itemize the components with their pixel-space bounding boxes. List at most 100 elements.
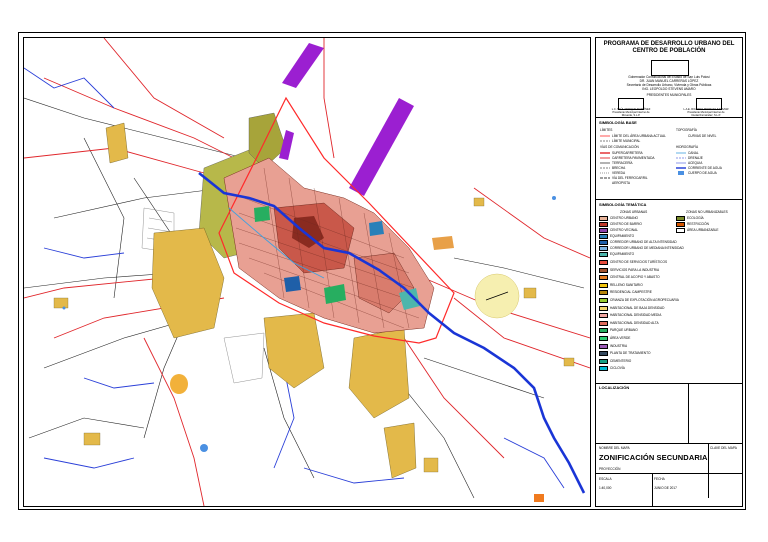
scale-divider <box>652 474 653 506</box>
location-block: LOCALIZACIÓN <box>596 384 742 444</box>
land-use-swatch <box>599 313 608 319</box>
road-railway: VÍA DEL FERROCARRIL <box>612 176 648 180</box>
land-use-label: CENTRAL DE ACOPIO Y ABASTO <box>610 275 660 280</box>
hydro-header: HIDROGRAFÍA <box>676 145 699 149</box>
non-urban-zone-label: RESTRICCIÓN <box>687 222 709 226</box>
program-title: PROGRAMA DE DESARROLLO URBANO DEL CENTRO… <box>603 41 735 54</box>
limit-line-symbols <box>600 135 610 142</box>
base-symbology-title: SIMBOLOGÍA BASE <box>599 120 637 125</box>
map-name-block: NOMBRE DEL MAPA ZONIFICACIÓN SECUNDARIA … <box>596 444 742 498</box>
hydro-drain: DRENAJE <box>688 156 703 160</box>
land-use-label: CEMENTERIO <box>610 358 632 363</box>
map-name-label: NOMBRE DEL MAPA <box>599 446 630 450</box>
road-brecha: BRECHA <box>612 166 626 170</box>
land-use-swatch <box>599 260 608 265</box>
urban-zone-swatch <box>599 240 608 245</box>
land-use-label: CICLOVÍA <box>610 366 625 371</box>
land-use-label: INDUSTRIA <box>610 343 628 348</box>
land-use-label: CRIANZA DE EXPLOTACIÓN AGROPECUARIA <box>610 298 679 302</box>
zone-equipment-1 <box>369 221 384 236</box>
base-symbology: SIMBOLOGÍA BASE LÍMITES TOPOGRAFÍA LÍMIT… <box>596 118 742 200</box>
city-map <box>24 38 590 506</box>
non-urban-zone-label: ÁREA URBANIZABLE <box>687 228 719 232</box>
zone-services-sw <box>170 374 188 394</box>
non-urban-zone-swatch <box>676 216 685 221</box>
scale-value: 1:40,000 <box>599 486 612 490</box>
zone-park-2 <box>254 206 270 222</box>
zone-residential-south <box>263 312 325 389</box>
zone-equipment-2 <box>284 276 301 292</box>
urban-zone-label: EQUIPAMIENTO <box>610 234 635 238</box>
land-use-label: PARQUE URBANO <box>610 328 638 333</box>
location-divider <box>688 384 689 444</box>
hydro-waterbody: CUERPO DE AGUA <box>688 171 717 175</box>
land-use-swatch <box>599 358 608 364</box>
date-label: FECHA <box>654 477 665 481</box>
urban-zone-label: CENTRO URBANO <box>610 216 638 220</box>
sig-left-place: Rioverde, S.L.P. <box>621 113 641 117</box>
hydro-canal: CANAL <box>688 151 699 155</box>
signatory-secretary-name: ING. LEOPOLDO STEVENS AMARO <box>642 87 696 91</box>
signatory-right: L.A.E. RICARDO PEDRAZA SALAZAR President… <box>672 108 740 117</box>
road-dirt: TERRACERÍA <box>612 161 633 165</box>
thematic-symbology: SIMBOLOGÍA TEMÁTICA ZONAS URBANAS ZONAS … <box>596 200 742 384</box>
title-block: PROGRAMA DE DESARROLLO URBANO DEL CENTRO… <box>596 38 742 118</box>
location-label: LOCALIZACIÓN <box>599 385 630 390</box>
limits-header: LÍMITES <box>600 128 613 132</box>
land-use-label: HABITACIONAL DENSIDAD ALTA <box>610 320 659 325</box>
scale-label: ESCALA <box>599 477 612 481</box>
non-urban-zone-swatch <box>676 228 685 233</box>
land-use-label: CENTRO DE SERVICIOS TURÍSTICOS <box>610 260 668 264</box>
zone-industry-ne <box>349 98 414 196</box>
urban-zone-label: CORREDOR URBANO DE ALTA INTENSIDAD <box>610 240 677 244</box>
urban-zone-swatch <box>599 252 608 257</box>
urban-zone-swatch <box>599 246 608 251</box>
land-use-swatch <box>599 275 608 281</box>
urban-zone-swatch <box>599 234 608 239</box>
non-urban-header: ZONAS NO URBANIZABLES <box>686 210 728 214</box>
map-name: ZONIFICACIÓN SECUNDARIA <box>599 453 708 462</box>
land-use-swatch <box>599 343 608 349</box>
urban-zone-label: CORREDOR URBANO DE MEDIANA INTENSIDAD <box>610 246 684 250</box>
land-use-label: PLANTA DE TRATAMIENTO <box>610 351 651 356</box>
urban-zone-swatch <box>599 222 608 227</box>
land-use-swatch <box>599 267 608 273</box>
urban-zone-label: EQUIPAMIENTO <box>610 252 635 256</box>
hydro-symbols <box>676 152 686 175</box>
land-use-label: HABITACIONAL DENSIDAD MEDIA <box>610 313 662 318</box>
land-use-label: RELLENO SANITARIO <box>610 282 643 287</box>
land-use-swatch <box>599 366 608 372</box>
zone-services-se <box>534 494 544 502</box>
land-use-swatch <box>599 298 608 303</box>
land-use-label: HABITACIONAL DE BAJA DENSIDAD <box>610 305 665 310</box>
road-symbols <box>600 152 610 179</box>
roads-header: VÍAS DE COMUNICACIÓN <box>600 145 639 149</box>
topo-header: TOPOGRAFÍA <box>676 128 697 132</box>
land-use-swatch <box>599 282 608 288</box>
road-vereda: VEREDA <box>612 171 626 175</box>
signatory-presidents: PRESIDENTES MUNICIPALES <box>646 93 692 97</box>
urban-zone-label: CENTRO DE BARRIO <box>610 222 642 226</box>
road-paved: CARRETERA PAVIMENTADA <box>612 156 655 160</box>
land-use-swatch <box>599 328 608 334</box>
thematic-title: SIMBOLOGÍA TEMÁTICA <box>599 202 647 207</box>
limit-urban: LÍMITE DEL ÁREA URBANA ACTUAL <box>612 134 666 138</box>
scale-date-block: ESCALA 1:40,000 FECHA JUNIO DE 2017 <box>596 474 742 506</box>
map-key-label: CLAVE DEL MAPA <box>710 446 737 450</box>
non-urban-zone-swatch <box>676 222 685 227</box>
map-canvas[interactable] <box>23 37 591 507</box>
zone-services-east <box>432 236 454 250</box>
land-use-swatch <box>599 336 608 341</box>
zone-residential-se <box>348 327 410 419</box>
signatory-left: L.C. SAÚL ENRIQUE MARTÍNEZ Presidente Mu… <box>598 108 664 117</box>
emblem-state <box>651 60 689 76</box>
land-use-label: RESIDENCIAL CAMPESTRE <box>610 290 652 295</box>
projection-label: PROYECCIÓN <box>599 467 621 471</box>
legend-panel: PROGRAMA DE DESARROLLO URBANO DEL CENTRO… <box>595 37 743 507</box>
zone-residential-nw <box>105 122 129 164</box>
limit-municipal: LÍMITE MUNICIPAL <box>612 139 641 143</box>
zone-industry-north <box>282 43 324 88</box>
urban-zone-swatch <box>599 228 608 233</box>
land-use-label: ÁREA VERDE <box>610 336 631 340</box>
road-airstrip: AEROPISTA <box>612 181 631 185</box>
